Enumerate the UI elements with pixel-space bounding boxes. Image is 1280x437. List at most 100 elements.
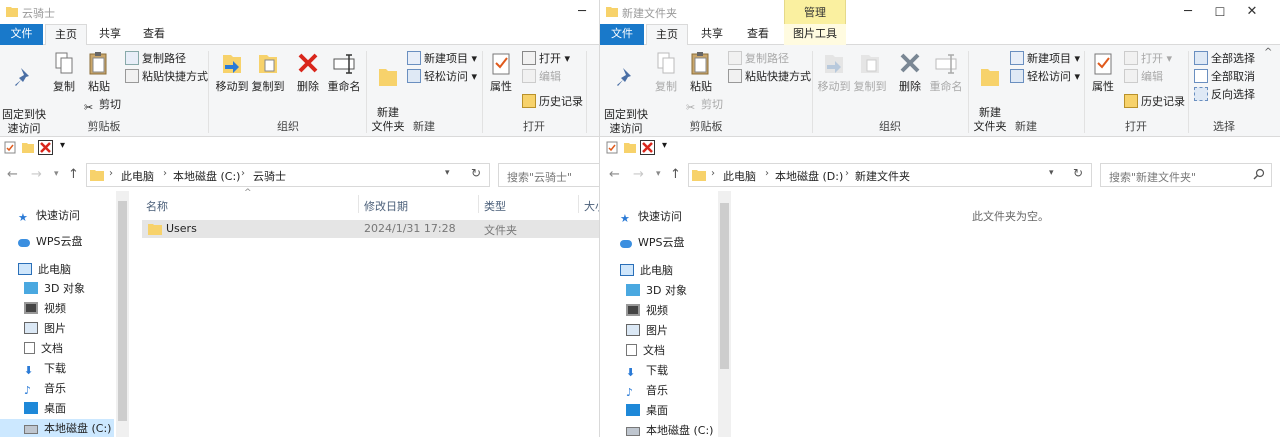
nav-wps-cloud[interactable]: WPS云盘 (620, 233, 685, 253)
rename-button[interactable]: 重命名 (928, 51, 964, 94)
forward-arrow-icon[interactable]: → (31, 167, 42, 182)
paste-shortcut-button[interactable]: 粘贴快捷方式 (125, 68, 208, 86)
nav-quick-access[interactable]: ★ 快速访问 (620, 207, 682, 227)
tab-view[interactable]: 查看 (133, 24, 175, 45)
nav-music[interactable]: ♪ 音乐 (626, 381, 668, 401)
address-dropdown-icon[interactable]: ▾ (445, 168, 450, 178)
select-none-button[interactable]: 全部取消 (1194, 68, 1255, 86)
invert-selection-button[interactable]: 反向选择 (1194, 86, 1255, 104)
column-separator[interactable] (478, 195, 479, 213)
copy-to-button[interactable]: 复制到 (852, 51, 888, 94)
nav-wps-cloud[interactable]: WPS云盘 (18, 232, 83, 252)
refresh-icon[interactable]: ↻ (1073, 166, 1083, 180)
new-item-button[interactable]: 新建项目 ▾ (1010, 50, 1080, 68)
manage-context-tab[interactable]: 管理 (784, 0, 846, 24)
new-item-button[interactable]: 新建项目 ▾ (407, 50, 477, 68)
minimize-button[interactable]: ─ (1172, 0, 1204, 24)
refresh-icon[interactable]: ↻ (471, 166, 481, 180)
properties-button[interactable]: 属性 (486, 51, 516, 94)
nav-this-pc[interactable]: 此电脑 (620, 261, 673, 281)
cut-button[interactable]: ✂ 剪切 (686, 96, 723, 114)
paste-shortcut-button[interactable]: 粘贴快捷方式 (728, 68, 811, 86)
back-arrow-icon[interactable]: ← (609, 167, 620, 182)
nav-pictures[interactable]: 图片 (626, 321, 668, 341)
breadcrumb-item[interactable]: 新建文件夹 (855, 168, 910, 184)
nav-videos[interactable]: 视频 (24, 299, 66, 319)
nav-music[interactable]: ♪ 音乐 (24, 379, 66, 399)
move-to-button[interactable]: 移动到 (816, 51, 852, 94)
nav-desktop[interactable]: 桌面 (626, 401, 668, 421)
collapse-ribbon-icon[interactable]: ^ (1264, 47, 1272, 58)
tab-share[interactable]: 共享 (690, 24, 734, 45)
tab-home[interactable]: 主页 (45, 24, 87, 46)
tab-home[interactable]: 主页 (646, 24, 688, 46)
edit-button[interactable]: 编辑 (1124, 68, 1163, 86)
open-button[interactable]: 打开 ▾ (522, 50, 570, 68)
tab-picture-tools[interactable]: 图片工具 (784, 24, 846, 45)
search-box[interactable]: 搜索"新建文件夹" (1100, 163, 1272, 187)
open-button[interactable]: 打开 ▾ (1124, 50, 1172, 68)
breadcrumb-item[interactable]: 此电脑 (121, 168, 154, 184)
copy-button[interactable]: 复制 (652, 51, 680, 94)
column-modified-date[interactable]: 修改日期 (364, 198, 408, 214)
copy-path-button[interactable]: 复制路径 (728, 50, 789, 68)
navigation-scrollbar[interactable] (116, 191, 129, 437)
breadcrumb-item[interactable]: 此电脑 (723, 168, 756, 184)
close-button[interactable]: ✕ (1236, 0, 1268, 24)
breadcrumb-item[interactable]: 云骑士 (253, 168, 286, 184)
move-to-button[interactable]: 移动到 (214, 51, 250, 94)
recent-chevron-icon[interactable]: ▾ (656, 169, 661, 179)
address-bar[interactable]: › 此电脑 › 本地磁盘 (D:) › 新建文件夹 ▾ ↻ (688, 163, 1092, 187)
up-arrow-icon[interactable]: ↑ (670, 167, 681, 182)
delete-button[interactable]: 删除 (294, 51, 322, 94)
nav-pictures[interactable]: 图片 (24, 319, 66, 339)
nav-local-disk-c[interactable]: 本地磁盘 (C:) (626, 421, 713, 437)
forward-arrow-icon[interactable]: → (633, 167, 644, 182)
navigation-scrollbar[interactable] (718, 191, 731, 437)
nav-this-pc[interactable]: 此电脑 (18, 260, 71, 280)
properties-icon[interactable] (606, 141, 618, 154)
easy-access-button[interactable]: 轻松访问 ▾ (407, 68, 477, 86)
nav-downloads[interactable]: ⬇ 下载 (24, 359, 66, 379)
up-arrow-icon[interactable]: ↑ (68, 167, 79, 182)
nav-local-disk-c[interactable]: 本地磁盘 (C:) (0, 419, 114, 437)
new-folder-icon[interactable] (22, 141, 34, 154)
tab-view[interactable]: 查看 (736, 24, 780, 45)
properties-button[interactable]: 属性 (1088, 51, 1118, 94)
copy-to-button[interactable]: 复制到 (250, 51, 286, 94)
copy-path-button[interactable]: 复制路径 (125, 50, 186, 68)
recent-chevron-icon[interactable]: ▾ (54, 169, 59, 179)
cut-button[interactable]: ✂ 剪切 (84, 96, 121, 114)
address-dropdown-icon[interactable]: ▾ (1049, 168, 1054, 178)
tab-file[interactable]: 文件 (600, 24, 644, 45)
nav-documents[interactable]: 文档 (626, 341, 665, 361)
column-type[interactable]: 类型 (484, 198, 506, 214)
delete-button[interactable]: 删除 (896, 51, 924, 94)
breadcrumb-item[interactable]: 本地磁盘 (C:) (173, 168, 240, 184)
scrollbar-thumb[interactable] (720, 203, 729, 369)
column-size[interactable]: 大小 (584, 198, 599, 214)
history-button[interactable]: 历史记录 (1124, 93, 1185, 111)
new-folder-icon[interactable] (624, 141, 636, 154)
column-separator[interactable] (358, 195, 359, 213)
copy-button[interactable]: 复制 (50, 51, 78, 94)
table-row[interactable]: Users 2024/1/31 17:28 文件夹 (142, 220, 599, 238)
address-bar[interactable]: › 此电脑 › 本地磁盘 (C:) › 云骑士 ▾ ↻ (86, 163, 490, 187)
rename-button[interactable]: 重命名 (326, 51, 362, 94)
select-all-button[interactable]: 全部选择 (1194, 50, 1255, 68)
minimize-button[interactable]: ─ (566, 0, 598, 24)
nav-quick-access[interactable]: ★ 快速访问 (18, 206, 80, 226)
back-arrow-icon[interactable]: ← (7, 167, 18, 182)
properties-icon[interactable] (4, 141, 16, 154)
tab-share[interactable]: 共享 (89, 24, 131, 45)
nav-3d-objects[interactable]: 3D 对象 (24, 279, 85, 299)
edit-button[interactable]: 编辑 (522, 68, 561, 86)
breadcrumb-item[interactable]: 本地磁盘 (D:) (775, 168, 843, 184)
nav-videos[interactable]: 视频 (626, 301, 668, 321)
paste-button[interactable]: 粘贴 (84, 51, 114, 94)
tab-file[interactable]: 文件 (0, 24, 43, 45)
nav-3d-objects[interactable]: 3D 对象 (626, 281, 687, 301)
nav-documents[interactable]: 文档 (24, 339, 63, 359)
customize-toolbar-icon[interactable]: ▾ (60, 140, 65, 151)
customize-toolbar-icon[interactable]: ▾ (662, 140, 667, 151)
